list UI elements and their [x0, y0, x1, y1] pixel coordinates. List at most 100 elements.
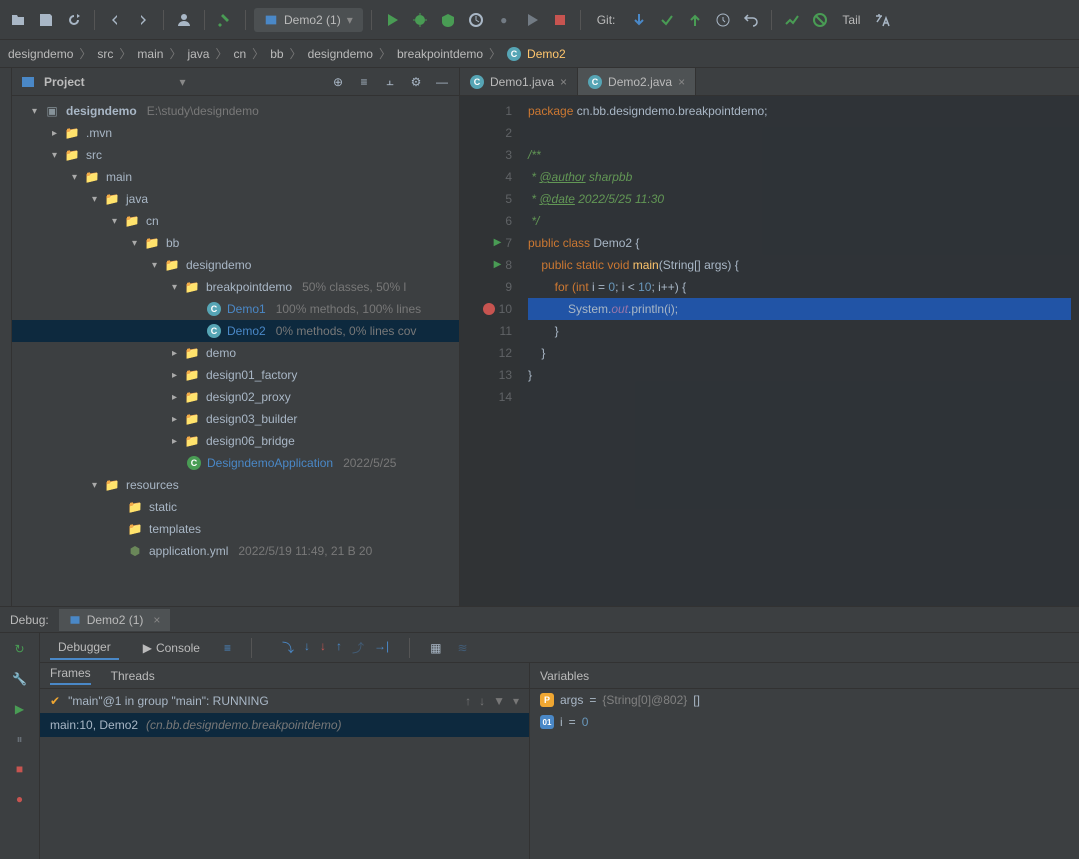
tree-item[interactable]: ▾📁designdemo	[12, 254, 459, 276]
user-icon[interactable]	[172, 8, 196, 32]
variable-row[interactable]: P args = {String[0]@802} []	[530, 689, 1079, 711]
stocks-icon[interactable]	[780, 8, 804, 32]
close-icon[interactable]: ×	[153, 613, 160, 627]
nosmoking-icon[interactable]	[808, 8, 832, 32]
debug-session-tab[interactable]: Demo2 (1) ×	[59, 609, 171, 631]
breadcrumb-item[interactable]: src	[97, 47, 113, 61]
gutter[interactable]: 1 2 3 4 5 6 ▶7 ▶8 9 10 11 12 13 14	[460, 96, 520, 606]
close-icon[interactable]: ×	[560, 75, 567, 89]
git-push-icon[interactable]	[683, 8, 707, 32]
git-update-icon[interactable]	[627, 8, 651, 32]
tree-item[interactable]: ▾📁main	[12, 166, 459, 188]
collapse-icon[interactable]: ⫠	[381, 73, 399, 91]
tree-item[interactable]: 📁static	[12, 496, 459, 518]
force-step-icon[interactable]: ↓	[320, 639, 326, 656]
debug-icon[interactable]	[408, 8, 432, 32]
tree-file[interactable]: CDemo1100% methods, 100% lines	[12, 298, 459, 320]
debugger-tab[interactable]: Debugger	[50, 636, 119, 660]
breadcrumb-item[interactable]: cn	[233, 47, 246, 61]
locate-icon[interactable]: ⊕	[329, 73, 347, 91]
editor-tab[interactable]: CDemo1.java×	[460, 68, 578, 95]
rerun-icon[interactable]: ↻	[10, 639, 30, 659]
more-icon[interactable]: ●	[492, 8, 516, 32]
filter-icon[interactable]: ▼	[493, 694, 505, 708]
breadcrumb-current[interactable]: Demo2	[527, 47, 566, 61]
tree-item[interactable]: ▸📁demo	[12, 342, 459, 364]
breadcrumb-item[interactable]: bb	[270, 47, 283, 61]
tree-item[interactable]: ▸📁design01_factory	[12, 364, 459, 386]
run-icon[interactable]	[380, 8, 404, 32]
breadcrumb-item[interactable]: designdemo	[8, 47, 73, 61]
save-icon[interactable]	[34, 8, 58, 32]
stop-icon[interactable]	[548, 8, 572, 32]
view-breakpoints-icon[interactable]: ●	[10, 789, 30, 809]
threads-tab[interactable]: Threads	[111, 669, 155, 683]
git-history-icon[interactable]	[711, 8, 735, 32]
translate-icon[interactable]	[870, 8, 894, 32]
breakpoint-icon[interactable]	[483, 303, 495, 315]
coverage-icon[interactable]	[436, 8, 460, 32]
tree-item[interactable]: 📁templates	[12, 518, 459, 540]
frames-tab[interactable]: Frames	[50, 666, 91, 685]
code-editor[interactable]: 1 2 3 4 5 6 ▶7 ▶8 9 10 11 12 13 14 packa…	[460, 96, 1079, 606]
class-icon: C	[187, 456, 201, 470]
refresh-icon[interactable]	[62, 8, 86, 32]
tree-file[interactable]: ⬢application.yml2022/5/19 11:49, 21 B 20	[12, 540, 459, 562]
editor-tab-active[interactable]: CDemo2.java×	[578, 68, 696, 95]
run-gutter-icon[interactable]: ▶	[494, 254, 502, 276]
open-icon[interactable]	[6, 8, 30, 32]
breadcrumb-item[interactable]: main	[137, 47, 163, 61]
tree-item[interactable]: ▸📁design06_bridge	[12, 430, 459, 452]
close-icon[interactable]: ×	[678, 75, 685, 89]
run-config-selector[interactable]: Demo2 (1) ▾	[254, 8, 363, 32]
expand-icon[interactable]: ≡	[355, 73, 373, 91]
step-over-icon[interactable]: ⤵	[282, 639, 294, 656]
hammer-icon[interactable]	[213, 8, 237, 32]
breadcrumb-item[interactable]: breakpointdemo	[397, 47, 483, 61]
thread-row[interactable]: ✔ "main"@1 in group "main": RUNNING ↑ ↓ …	[40, 689, 529, 713]
tree-item[interactable]: ▾📁resources	[12, 474, 459, 496]
stop-icon[interactable]: ■	[10, 759, 30, 779]
run-gutter-icon[interactable]: ▶	[494, 232, 502, 254]
tree-item[interactable]: ▸📁design03_builder	[12, 408, 459, 430]
tree-item[interactable]: ▾📁bb	[12, 232, 459, 254]
tree-root[interactable]: ▾▣ designdemo E:\study\designdemo	[12, 100, 459, 122]
step-into-icon[interactable]: ↓	[304, 639, 310, 656]
resume-icon[interactable]: ▶	[10, 699, 30, 719]
breadcrumb-item[interactable]: java	[187, 47, 209, 61]
hide-icon[interactable]: —	[433, 73, 451, 91]
git-rollback-icon[interactable]	[739, 8, 763, 32]
tree-file-selected[interactable]: CDemo20% methods, 0% lines cov	[12, 320, 459, 342]
tree-item[interactable]: ▾📁cn	[12, 210, 459, 232]
run-to-cursor-icon[interactable]: →|	[374, 639, 389, 656]
show-exec-icon[interactable]: ≡	[224, 641, 231, 655]
resume-icon[interactable]	[520, 8, 544, 32]
git-commit-icon[interactable]	[655, 8, 679, 32]
wrench-icon[interactable]: 🔧	[10, 669, 30, 689]
debug-side-toolbar: ↻ 🔧 ▶ ⏸ ■ ●	[0, 633, 40, 859]
tree-item[interactable]: ▾📁src	[12, 144, 459, 166]
back-icon[interactable]	[103, 8, 127, 32]
variable-row[interactable]: 01 i = 0	[530, 711, 1079, 733]
tree-item[interactable]: ▸📁design02_proxy	[12, 386, 459, 408]
stack-frame-selected[interactable]: main:10, Demo2 (cn.bb.designdemo.breakpo…	[40, 713, 529, 737]
left-tool-strip[interactable]	[0, 68, 12, 606]
console-tab[interactable]: ▶Console	[135, 637, 208, 659]
evaluate-icon[interactable]: ▦	[430, 641, 441, 655]
tree-item[interactable]: ▾📁breakpointdemo50% classes, 50% l	[12, 276, 459, 298]
more-icon[interactable]: ▾	[513, 694, 519, 708]
tail-label[interactable]: Tail	[842, 13, 860, 27]
settings-icon[interactable]: ⚙	[407, 73, 425, 91]
tree-item[interactable]: ▾📁java	[12, 188, 459, 210]
step-out-icon[interactable]: ↑	[336, 639, 342, 656]
pause-icon[interactable]: ⏸	[10, 729, 30, 749]
trace-icon[interactable]: ≋	[458, 641, 468, 655]
tree-item[interactable]: ▸📁.mvn	[12, 122, 459, 144]
tree-file[interactable]: CDesigndemoApplication2022/5/25	[12, 452, 459, 474]
breadcrumb-item[interactable]: designdemo	[308, 47, 373, 61]
next-frame-icon[interactable]: ↓	[479, 694, 485, 708]
forward-icon[interactable]	[131, 8, 155, 32]
profile-icon[interactable]	[464, 8, 488, 32]
drop-frame-icon[interactable]: ⤴	[352, 639, 364, 656]
prev-frame-icon[interactable]: ↑	[465, 694, 471, 708]
